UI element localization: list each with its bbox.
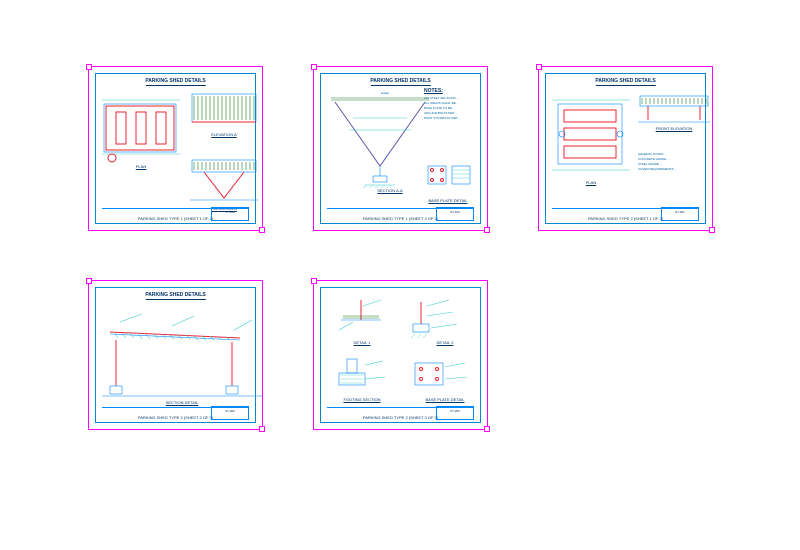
sheet-title: PARKING SHED DETAILS	[370, 78, 430, 86]
notes-block: NOTES: ALL STEEL SECTIONS ... ALL WELDS …	[424, 88, 474, 121]
sheet-caption: PARKING SHED TYPE 1 (SHEET 2 OF 2)	[363, 216, 438, 221]
base-plate-detail: BASE PLATE DETAIL	[409, 357, 481, 402]
sheet-number: ST-202	[211, 406, 249, 420]
title-block: PARKING SHED TYPE 2 (SHEET 2 OF 3) ST-20…	[102, 407, 249, 420]
notes-text: GENERAL NOTES ... CONCRETE GRADE ... STE…	[638, 152, 708, 171]
notes-block: GENERAL NOTES ... CONCRETE GRADE ... STE…	[638, 152, 708, 172]
front-elevation-label: FRONT ELEVATION	[638, 126, 710, 131]
footing-section: FOOTING SECTION	[333, 357, 391, 402]
sheet-caption: PARKING SHED TYPE 1 (SHEET 1 OF 2)	[138, 216, 213, 221]
front-elevation: FRONT ELEVATION	[638, 94, 710, 134]
detail-2: DETAIL 2	[409, 296, 481, 345]
base-plate-label: BASE PLATE DETAIL	[422, 198, 474, 203]
footing-label: FOOTING SECTION	[333, 397, 391, 402]
drawing-frame: DETAIL 1 DETAIL 2 FOOTING SECTION BASE P…	[320, 287, 481, 423]
elevation-a: ELEVATION A	[188, 90, 260, 142]
sheet-caption: PARKING SHED TYPE 2 (SHEET 3 OF 3)	[363, 415, 438, 420]
sheet-number: ST-101	[211, 207, 249, 221]
sheet-caption: PARKING SHED TYPE 2 (SHEET 2 OF 3)	[138, 415, 213, 420]
detail-1: DETAIL 1	[333, 296, 391, 345]
title-block: PARKING SHED TYPE 2 (SHEET 3 OF 3) ST-20…	[327, 407, 474, 420]
title-block: PARKING SHED TYPE 1 (SHEET 2 OF 2) ST-10…	[327, 208, 474, 221]
sheet-4: PARKING SHED DETAILS SECTION DETAIL PARK…	[88, 280, 263, 430]
drawing-frame: PARKING SHED DETAILS leader SECTION A-A …	[320, 73, 481, 224]
svg-text:leader: leader	[381, 91, 389, 95]
drawing-frame: PARKING SHED DETAILS SECTION DETAIL PARK…	[95, 287, 256, 423]
sheet-number: ST-203	[436, 406, 474, 420]
elevation-a-label: ELEVATION A	[188, 132, 260, 137]
elevation-b: ELEVATION B	[188, 158, 260, 214]
plan-view: PLAN	[552, 94, 630, 194]
sheet-number: ST-102	[436, 207, 474, 221]
base-plate-detail: BASE PLATE DETAIL	[422, 162, 474, 203]
base-plate-label: BASE PLATE DETAIL	[409, 397, 481, 402]
title-block: PARKING SHED TYPE 1 (SHEET 1 OF 2) ST-10…	[102, 208, 249, 221]
notes-heading: NOTES:	[424, 88, 474, 94]
plan-view: PLAN	[102, 92, 180, 164]
title-block: PARKING SHED TYPE 2 (SHEET 1 OF 3) ST-20…	[552, 208, 699, 221]
section-detail-label: SECTION DETAIL	[102, 400, 262, 405]
notes-text: ALL STEEL SECTIONS ... ALL WELDS SHALL B…	[424, 96, 474, 120]
detail-2-label: DETAIL 2	[409, 340, 481, 345]
plan-label: PLAN	[102, 164, 180, 169]
sheet-title: PARKING SHED DETAILS	[145, 78, 205, 86]
section-view: leader SECTION A-A	[325, 88, 435, 198]
section-detail: SECTION DETAIL	[102, 308, 262, 408]
drawing-frame: PARKING SHED DETAILS PLAN FRONT ELEVATIO…	[545, 73, 706, 224]
detail-1-label: DETAIL 1	[333, 340, 391, 345]
sheet-3: PARKING SHED DETAILS PLAN FRONT ELEVATIO…	[538, 66, 713, 231]
plan-label: PLAN	[552, 180, 630, 185]
sheet-title: PARKING SHED DETAILS	[145, 292, 205, 300]
sheet-caption: PARKING SHED TYPE 2 (SHEET 1 OF 3)	[588, 216, 663, 221]
sheet-2: PARKING SHED DETAILS leader SECTION A-A …	[313, 66, 488, 231]
sheet-5: DETAIL 1 DETAIL 2 FOOTING SECTION BASE P…	[313, 280, 488, 430]
sheet-title: PARKING SHED DETAILS	[595, 78, 655, 86]
sheet-1: PARKING SHED DETAILS PLAN ELEVATION A EL…	[88, 66, 263, 231]
sheet-number: ST-201	[661, 207, 699, 221]
drawing-frame: PARKING SHED DETAILS PLAN ELEVATION A EL…	[95, 73, 256, 224]
